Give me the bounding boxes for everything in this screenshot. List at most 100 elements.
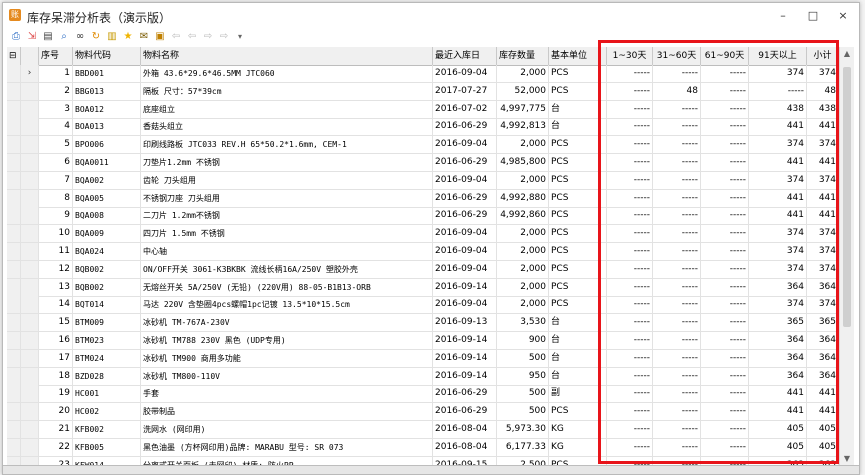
- cell-code: BPO006: [73, 136, 141, 154]
- row-indicator: [21, 349, 39, 367]
- table-row[interactable]: 9 BQA008 二刀片 1.2mm不锈钢 2016-06-29 4,992,860 PC…: [7, 207, 839, 226]
- row-gutter: [7, 367, 21, 385]
- cell-d90: -----: [701, 349, 749, 367]
- row-indicator: [21, 207, 39, 225]
- comment-icon[interactable]: ▣: [153, 30, 167, 44]
- cell-qty: 500: [497, 385, 549, 403]
- favorite-icon[interactable]: ★: [121, 30, 135, 44]
- cell-d91: 441: [749, 385, 807, 403]
- header-name[interactable]: 物料名称: [141, 47, 433, 65]
- cell-d60: -----: [653, 438, 701, 456]
- cell-date: 2016-06-29: [433, 189, 497, 207]
- table-row[interactable]: 18 BZD028 冰砂机 TM800-110V 2016-09-14 950 台 ----…: [7, 367, 839, 386]
- row-indicator: [21, 385, 39, 403]
- cell-qty: 2,000: [497, 296, 549, 314]
- scroll-up-icon[interactable]: ▲: [840, 49, 854, 58]
- header-subtotal[interactable]: 小计: [807, 47, 839, 65]
- cell-total: 441: [807, 189, 839, 207]
- table-row[interactable]: 6 BQA0011 刀垫片1.2mm 不锈钢 2016-06-29 4,985,800 P…: [7, 154, 839, 172]
- header-seq[interactable]: 序号: [39, 47, 73, 65]
- header-61-90[interactable]: 61~90天: [701, 47, 749, 65]
- table-row[interactable]: 7 BQA002 齿轮 刀头组用 2016-09-04 2,000 PCS ----- ---…: [7, 171, 839, 190]
- cell-name: 冰砂机 TM800-110V: [141, 367, 433, 385]
- table-row[interactable]: 12 BQB002 ON/OFF开关 3061-K3BKBK 流线长柄16A/250…: [7, 260, 839, 279]
- table-row[interactable]: 3 BOA012 底座组立 2016-07-02 4,997,775 台 ----- ----…: [7, 100, 839, 119]
- cell-unit: 台: [549, 367, 607, 385]
- cell-total: 364: [807, 278, 839, 296]
- table-row[interactable]: 19 HC001 手套 2016-06-29 500 副 ----- ----- ----- 44…: [7, 385, 839, 404]
- table-row[interactable]: 8 BQA005 不锈钢刀座 刀头组用 2016-06-29 4,992,880 PCS -…: [7, 189, 839, 208]
- collapse-all-icon[interactable]: ⊟: [7, 47, 21, 65]
- row-gutter: [7, 65, 21, 82]
- table-row[interactable]: 20 HC002 胶带制品 2016-06-29 500 PCS ----- ----- ---…: [7, 403, 839, 422]
- table-row[interactable]: 17 BTM024 冰砂机 TM900 商用多功能 2016-09-14 500 台 ---…: [7, 349, 839, 368]
- row-indicator: [21, 225, 39, 243]
- table-row[interactable]: 13 BQB002 无熔丝开关 5A/250V (无铅) (220V用) 88-05…: [7, 278, 839, 297]
- print-icon[interactable]: ▤: [41, 30, 55, 44]
- scroll-thumb[interactable]: [843, 67, 851, 327]
- cell-name: 刀垫片1.2mm 不锈钢: [141, 154, 433, 171]
- cell-d90: -----: [701, 65, 749, 82]
- cell-no: 4: [39, 118, 73, 136]
- cell-code: BQT014: [73, 296, 141, 314]
- cell-no: 11: [39, 243, 73, 260]
- print-preview-icon[interactable]: ⎙: [9, 30, 23, 44]
- table-row[interactable]: 10 BQA009 四刀片 1.5mm 不锈钢 2016-09-04 2,000 PCS -…: [7, 225, 839, 244]
- table-row[interactable]: 5 BPO006 印刷线路板 JTC033 REV.H 65*50.2*1.6mm,…: [7, 136, 839, 155]
- table-row[interactable]: 11 BQA024 中心轴 2016-09-04 2,000 PCS ----- ----- -…: [7, 243, 839, 261]
- table-row[interactable]: 14 BQT014 马达 220V 含垫圈4pcs螺帽1pc记镀 13.5*10*1…: [7, 296, 839, 315]
- cell-unit: PCS: [549, 189, 607, 207]
- header-date[interactable]: 最近入库日: [433, 47, 497, 65]
- row-indicator: [21, 118, 39, 136]
- back-icon[interactable]: ⇦: [169, 30, 183, 44]
- nav-prev-icon[interactable]: ⇦: [185, 30, 199, 44]
- cell-name: 胶带制品: [141, 403, 433, 421]
- header-code[interactable]: 物料代码: [73, 47, 141, 65]
- table-row[interactable]: 15 BTM009 冰砂机 TM-767A-230V 2016-09-13 3,530 台…: [7, 314, 839, 333]
- cell-d91: -----: [749, 82, 807, 100]
- cell-total: 374: [807, 65, 839, 82]
- table-row[interactable]: 2 BBG013 隔板 尺寸：57*39cm 2017-07-27 52,000 PCS -…: [7, 82, 839, 101]
- cell-d90: -----: [701, 367, 749, 385]
- header-1-30[interactable]: 1~30天: [607, 47, 653, 65]
- table-row[interactable]: 21 KFB002 洗网水 (网印用) 2016-08-04 5,973.30 KG ---…: [7, 421, 839, 439]
- header-unit[interactable]: 基本单位: [549, 47, 607, 65]
- table-row[interactable]: 4 BOA013 香菇头组立 2016-06-29 4,992,813 台 ----- ---…: [7, 118, 839, 137]
- row-indicator: [21, 403, 39, 421]
- row-indicator: [21, 189, 39, 207]
- cell-name: 马达 220V 含垫圈4pcs螺帽1pc记镀 13.5*10*15.5cm: [141, 296, 433, 314]
- toolbar-dropdown-icon[interactable]: ▾: [233, 30, 247, 44]
- export-icon[interactable]: ⇲: [25, 30, 39, 44]
- row-indicator: [21, 82, 39, 100]
- refresh-icon[interactable]: ↻: [89, 30, 103, 44]
- cell-d60: 48: [653, 82, 701, 100]
- scroll-down-icon[interactable]: ▼: [840, 454, 854, 463]
- cell-code: BTM023: [73, 332, 141, 349]
- maximize-button[interactable]: □: [799, 7, 827, 25]
- cell-d91: 364: [749, 278, 807, 296]
- cell-total: 441: [807, 207, 839, 225]
- cell-d30: -----: [607, 118, 653, 136]
- table-row[interactable]: › 1 BBD001 外箱 43.6*29.6*46.5MM JTC060 2016-0…: [7, 65, 839, 83]
- columns-icon[interactable]: ▥: [105, 30, 119, 44]
- row-gutter: [7, 332, 21, 349]
- minimize-button[interactable]: –: [769, 7, 797, 25]
- table-row[interactable]: 16 BTM023 冰砂机 TM788 230V 黑色 (UDP专用) 2016-09…: [7, 332, 839, 350]
- header-qty[interactable]: 库存数量: [497, 47, 549, 65]
- cell-no: 13: [39, 278, 73, 296]
- nav-next-icon[interactable]: ⇨: [201, 30, 215, 44]
- close-button[interactable]: ×: [829, 7, 857, 25]
- vertical-scrollbar[interactable]: ▲ ▼: [839, 47, 854, 465]
- row-indicator: [21, 367, 39, 385]
- nav-last-icon[interactable]: ⇨: [217, 30, 231, 44]
- mail-icon[interactable]: ✉: [137, 30, 151, 44]
- find-icon[interactable]: ⌕: [57, 30, 71, 44]
- header-91-plus[interactable]: 91天以上: [749, 47, 807, 65]
- binoculars-icon[interactable]: ∞: [73, 30, 87, 44]
- cell-qty: 2,000: [497, 278, 549, 296]
- cell-qty: 500: [497, 349, 549, 367]
- cell-qty: 900: [497, 332, 549, 349]
- table-row[interactable]: 22 KFB005 黑色油墨 (方杯网印用)品牌: MARABU 型号: SR 07…: [7, 438, 839, 457]
- header-31-60[interactable]: 31~60天: [653, 47, 701, 65]
- cell-d60: -----: [653, 189, 701, 207]
